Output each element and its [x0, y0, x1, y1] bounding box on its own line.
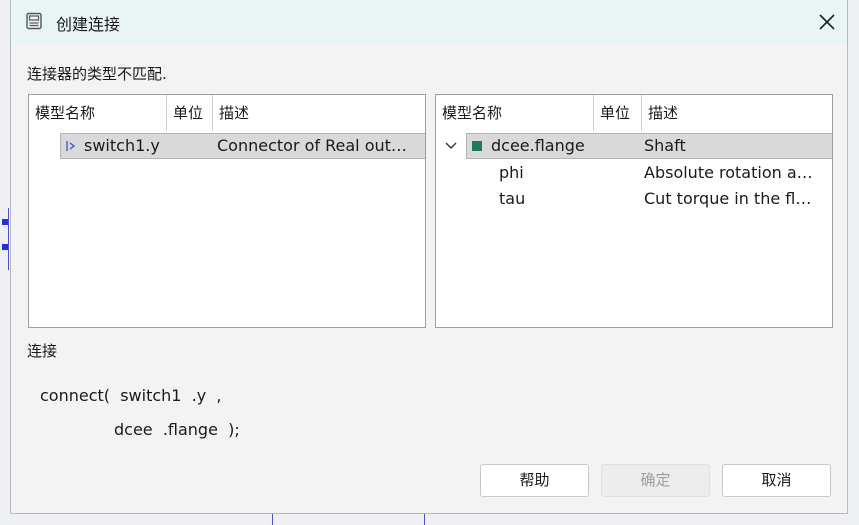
- chevron-down-icon[interactable]: [444, 141, 458, 151]
- item-name: phi: [499, 163, 524, 182]
- table-header: 模型名称 单位 描述: [29, 95, 425, 131]
- left-connector-list[interactable]: 模型名称 单位 描述 switch1.y Connector of Real o…: [28, 94, 426, 328]
- item-name: tau: [499, 189, 526, 208]
- connect-statement-line1: connect( switch1 .y ,: [40, 386, 222, 405]
- list-item-switch1-y[interactable]: switch1.y Connector of Real out…: [29, 133, 425, 159]
- column-header-unit[interactable]: 单位: [593, 95, 641, 131]
- output-connector-icon: [66, 141, 76, 151]
- list-item-tau[interactable]: tau Cut torque in the fl…: [436, 186, 832, 212]
- mismatch-message: 连接器的类型不匹配.: [27, 65, 167, 83]
- dialog-app-icon: [26, 12, 42, 30]
- item-name: switch1.y: [84, 136, 160, 155]
- list-item-dcee-flange[interactable]: dcee.flange Shaft: [436, 133, 832, 159]
- item-description: Connector of Real out…: [217, 136, 407, 155]
- connection-section-label: 连接: [27, 342, 58, 360]
- column-header-description[interactable]: 描述: [212, 95, 425, 131]
- ok-button[interactable]: 确定: [601, 464, 710, 497]
- item-description: Cut torque in the fl…: [644, 189, 812, 208]
- flange-connector-icon: [472, 141, 482, 151]
- canvas-wire: [8, 208, 9, 270]
- item-description: Absolute rotation a…: [644, 163, 813, 182]
- canvas-wire: [272, 514, 273, 525]
- close-icon[interactable]: [813, 8, 841, 36]
- item-name: dcee.flange: [491, 136, 585, 155]
- canvas-pin: [2, 219, 8, 225]
- title-bar: 创建连接: [11, 0, 847, 44]
- column-header-description[interactable]: 描述: [641, 95, 832, 131]
- create-connection-dialog: 创建连接 连接器的类型不匹配. 模型名称 单位 描述 switch1.y Con…: [10, 0, 848, 514]
- connect-statement-line2: dcee .flange );: [114, 420, 240, 439]
- help-button[interactable]: 帮助: [480, 464, 589, 497]
- list-item-phi[interactable]: phi Absolute rotation a…: [436, 160, 832, 186]
- canvas-pin: [2, 244, 8, 250]
- canvas-wire: [424, 514, 425, 525]
- dialog-title: 创建连接: [56, 15, 121, 34]
- column-header-name[interactable]: 模型名称: [29, 95, 166, 131]
- right-connector-list[interactable]: 模型名称 单位 描述 dcee.flange Shaft phi Absolut…: [435, 94, 833, 328]
- cancel-button[interactable]: 取消: [722, 464, 831, 497]
- item-description: Shaft: [644, 136, 686, 155]
- column-header-name[interactable]: 模型名称: [436, 95, 593, 131]
- table-header: 模型名称 单位 描述: [436, 95, 832, 131]
- column-header-unit[interactable]: 单位: [166, 95, 212, 131]
